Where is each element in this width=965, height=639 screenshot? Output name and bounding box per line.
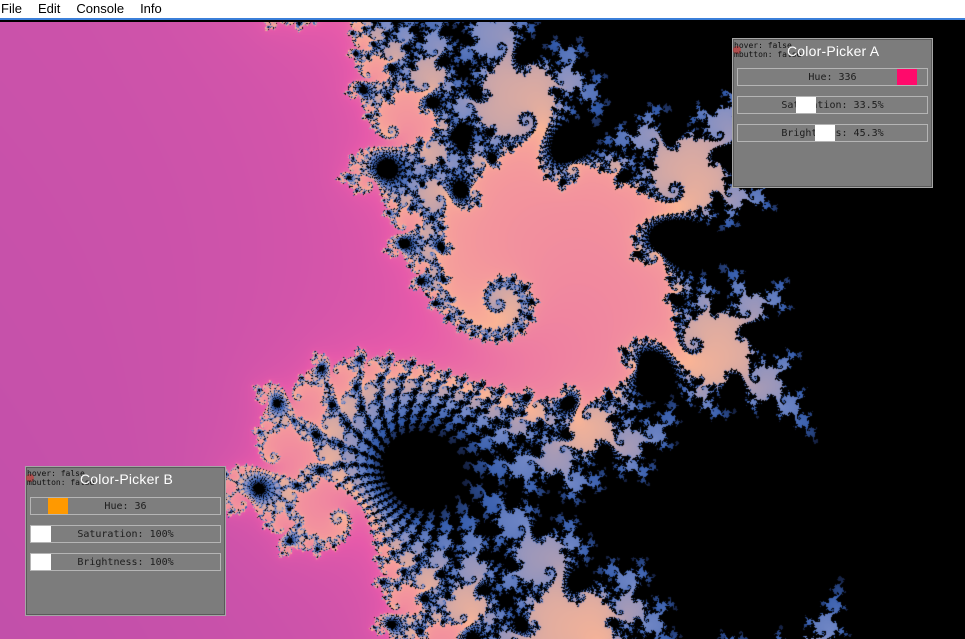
hue-slider[interactable]: Hue: 336 <box>737 68 928 86</box>
saturation-slider[interactable]: Saturation: 100% <box>30 525 221 543</box>
color-picker-b[interactable]: hover: false mbutton: false Color-Picker… <box>25 466 226 616</box>
debug-hover: hover: false <box>27 469 85 478</box>
hue-swatch-knob[interactable] <box>897 69 917 85</box>
saturation-slider[interactable]: Saturation: 33.5% <box>737 96 928 114</box>
saturation-knob[interactable] <box>796 97 816 113</box>
hue-label: Hue: 36 <box>104 500 147 512</box>
menu-file[interactable]: File <box>0 0 30 18</box>
color-picker-a[interactable]: hover: false mbutton: false Color-Picker… <box>732 38 933 188</box>
hue-swatch-knob[interactable] <box>48 498 68 514</box>
picker-title: Color-Picker A <box>787 43 880 59</box>
brightness-knob[interactable] <box>31 554 51 570</box>
brightness-slider[interactable]: Brightness: 100% <box>30 553 221 571</box>
brightness-slider[interactable]: Brightness: 45.3% <box>737 124 928 142</box>
menu-info[interactable]: Info <box>140 0 170 18</box>
saturation-label: Saturation: 100% <box>77 528 174 540</box>
brightness-label: Brightness: 100% <box>77 556 174 568</box>
menu-bar: File Edit Console Info <box>0 0 965 20</box>
hue-slider[interactable]: Hue: 36 <box>30 497 221 515</box>
saturation-knob[interactable] <box>31 526 51 542</box>
brightness-knob[interactable] <box>815 125 835 141</box>
menu-edit[interactable]: Edit <box>38 0 68 18</box>
hue-label: Hue: 336 <box>808 71 857 83</box>
menu-console[interactable]: Console <box>76 0 132 18</box>
picker-title: Color-Picker B <box>80 471 174 487</box>
debug-hover: hover: false <box>734 41 792 50</box>
